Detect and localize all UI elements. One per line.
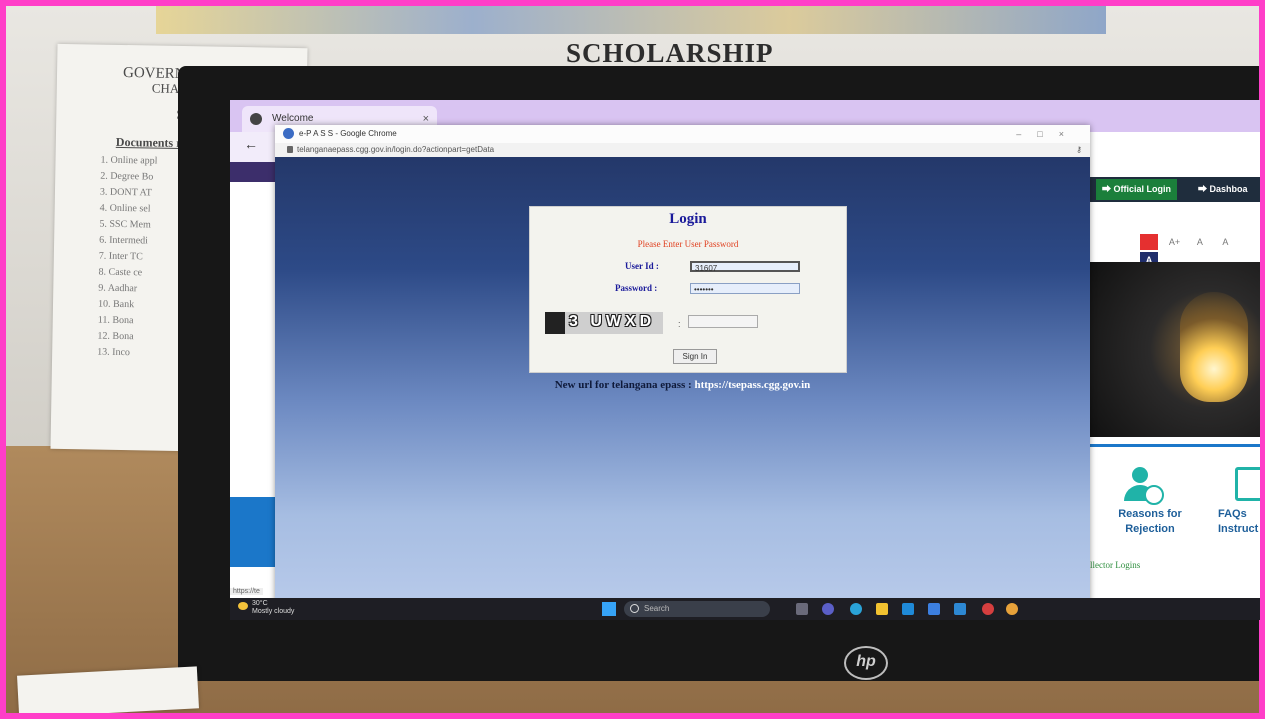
search-icon xyxy=(630,604,639,613)
weather-icon xyxy=(238,602,248,610)
chrome-alt-icon[interactable] xyxy=(1006,603,1018,615)
notice-item: 12. Bona xyxy=(97,330,134,343)
notice-item: 8. Caste ce xyxy=(98,266,143,279)
notice-item: 10. Bank xyxy=(97,298,135,311)
notice-item: 3. DONT AT xyxy=(99,186,152,199)
notice-item: 9. Aadhar xyxy=(98,282,138,295)
search-placeholder: Search xyxy=(644,604,670,613)
user-id-input[interactable]: 31607 xyxy=(690,261,800,273)
popup-body: Login Please Enter User Password User Id… xyxy=(275,157,1090,605)
captcha-text: 3 UWXD xyxy=(569,313,656,330)
window-controls[interactable]: –□× xyxy=(1016,125,1080,143)
notice-item: 13. Inco xyxy=(97,346,131,359)
popup-address-bar[interactable]: telanganaepass.cgg.gov.in/login.do?actio… xyxy=(275,143,1090,157)
background-site: ⮕ Official Login ⮕ Dashboa A A+ A A A Re… xyxy=(1090,132,1260,620)
file-explorer-icon[interactable] xyxy=(876,603,888,615)
captcha-input[interactable] xyxy=(688,315,758,328)
temperature: 30°C xyxy=(252,600,268,607)
popup-title: e-P A S S - Google Chrome xyxy=(299,129,397,138)
quick-links: Reasons for Rejection FAQs Instruct xyxy=(1090,444,1260,557)
status-url: https://te xyxy=(230,588,263,595)
notice-list: 1. Online appl 2. Degree Bo 3. DONT AT 4… xyxy=(97,153,158,362)
wall-poster-strip xyxy=(156,6,1106,34)
chrome-icon xyxy=(250,113,262,125)
store-icon[interactable] xyxy=(902,603,914,615)
mail-icon[interactable] xyxy=(928,603,940,615)
password-input[interactable]: ••••••• xyxy=(690,283,800,294)
notice-documents-label: Documents r xyxy=(115,134,182,151)
taskbar-search[interactable]: Search xyxy=(624,601,770,617)
sign-in-button[interactable]: Sign In xyxy=(673,349,717,364)
site-header-bar xyxy=(230,162,280,182)
faqs-link[interactable]: FAQs Instruct xyxy=(1218,507,1260,537)
weather-text: Mostly cloudy xyxy=(252,608,295,615)
font-normal-button[interactable]: A xyxy=(1191,234,1209,250)
login-title: Login xyxy=(669,211,707,227)
chrome-taskbar-icon[interactable] xyxy=(982,603,994,615)
monitor-screen: Welcome × ← ⮕ Official Login ⮕ Dashboa A… xyxy=(230,100,1260,620)
hp-logo: hp xyxy=(844,646,888,680)
collector-logins-link[interactable]: llector Logins xyxy=(1090,560,1140,570)
windows-start-icon[interactable] xyxy=(602,602,616,616)
task-view-icon[interactable] xyxy=(796,603,808,615)
faq-icon[interactable] xyxy=(1235,467,1260,501)
password-label: Password : xyxy=(615,283,658,293)
captcha-image: 3 UWXD xyxy=(545,312,663,334)
popup-url[interactable]: telanganaepass.cgg.gov.in/login.do?actio… xyxy=(297,143,494,157)
teams-icon[interactable] xyxy=(822,603,834,615)
scholarship-banner: SCHOLARSHIP xyxy=(566,38,774,68)
new-url-link[interactable]: https://tsepass.cgg.gov.in xyxy=(694,379,810,391)
windows-taskbar: 30°C Mostly cloudy Search xyxy=(230,598,1260,620)
back-arrow-icon[interactable]: ← xyxy=(244,136,258,152)
user-rejection-icon[interactable] xyxy=(1120,467,1164,507)
app-icon[interactable] xyxy=(954,603,966,615)
official-login-button[interactable]: ⮕ Official Login xyxy=(1096,179,1178,200)
key-icon[interactable]: ⚷ xyxy=(1076,143,1082,157)
tab-title: Welcome xyxy=(272,113,314,124)
login-form: Login Please Enter User Password User Id… xyxy=(529,206,847,373)
notice-item: 6. Intermedi xyxy=(99,234,149,247)
site-left-edge xyxy=(230,162,280,620)
site-blue-panel xyxy=(230,497,280,567)
epass-popup-window: e-P A S S - Google Chrome –□× telanganae… xyxy=(275,125,1090,605)
dashboard-button[interactable]: ⮕ Dashboa xyxy=(1192,179,1254,200)
notice-item: 1. Online appl xyxy=(100,154,158,167)
popup-titlebar: e-P A S S - Google Chrome –□× xyxy=(275,125,1090,143)
user-id-label: User Id : xyxy=(625,261,659,271)
notice-item: 7. Inter TC xyxy=(98,250,143,263)
font-increase-button[interactable]: A+ xyxy=(1165,234,1183,250)
desk-paper xyxy=(17,666,199,713)
chrome-icon xyxy=(283,128,294,139)
lock-icon xyxy=(287,146,293,153)
edge-icon[interactable] xyxy=(850,603,862,615)
new-url-notice: New url for telangana epass : https://ts… xyxy=(275,379,1090,391)
notice-item: 5. SSC Mem xyxy=(99,218,151,231)
reasons-for-rejection-link[interactable]: Reasons for Rejection xyxy=(1110,507,1190,537)
new-url-text: New url for telangana epass : xyxy=(554,379,692,391)
captcha-separator: : xyxy=(678,319,681,329)
contrast-button[interactable]: A xyxy=(1140,234,1158,250)
login-message: Please Enter User Password xyxy=(637,239,739,249)
notice-item: 4. Online sel xyxy=(99,202,151,215)
notice-item: 2. Degree Bo xyxy=(100,170,154,183)
hero-banner xyxy=(1090,262,1260,437)
site-top-nav: ⮕ Official Login ⮕ Dashboa xyxy=(1090,177,1260,202)
browser-nav-area: ← xyxy=(230,132,280,162)
font-decrease-button[interactable]: A xyxy=(1216,234,1234,250)
light-bulb-image xyxy=(1180,292,1248,402)
notice-item: 11. Bona xyxy=(97,314,134,327)
